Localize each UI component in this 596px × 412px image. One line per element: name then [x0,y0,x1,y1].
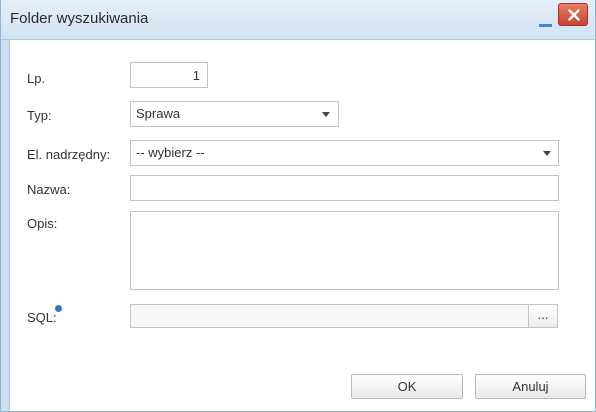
sql-label: SQL: [27,310,57,325]
typ-select-value: Sprawa [136,106,181,121]
ok-button[interactable]: OK [351,374,463,399]
nazwa-input[interactable] [130,175,559,201]
info-icon[interactable] [55,305,62,312]
opis-textarea[interactable] [130,211,559,290]
sql-browse-button[interactable]: ... [528,304,558,328]
cancel-button[interactable]: Anuluj [475,374,586,399]
lp-label: Lp. [27,71,46,86]
sql-input[interactable] [130,304,529,328]
lp-input[interactable] [130,62,208,88]
chevron-down-icon [543,151,551,156]
nazwa-label: Nazwa: [27,182,71,197]
parent-select[interactable]: -- wybierz -- [130,140,559,166]
dialog-title: Folder wyszukiwania [10,10,149,27]
parent-select-value: -- wybierz -- [136,145,205,160]
chevron-down-icon [322,112,330,117]
parent-label: El. nadrzędny: [27,147,111,162]
opis-label: Opis: [27,216,58,231]
typ-select[interactable]: Sprawa [130,101,339,127]
folder-dialog: Folder wyszukiwania Lp. Typ: Sprawa El. … [0,0,596,412]
close-button[interactable] [558,3,588,26]
minimize-icon [539,24,552,27]
close-icon [568,9,580,21]
typ-label: Typ: [27,108,52,123]
title-bar[interactable]: Folder wyszukiwania [1,0,595,40]
minimize-button[interactable] [537,14,553,28]
window-left-edge [1,40,10,411]
